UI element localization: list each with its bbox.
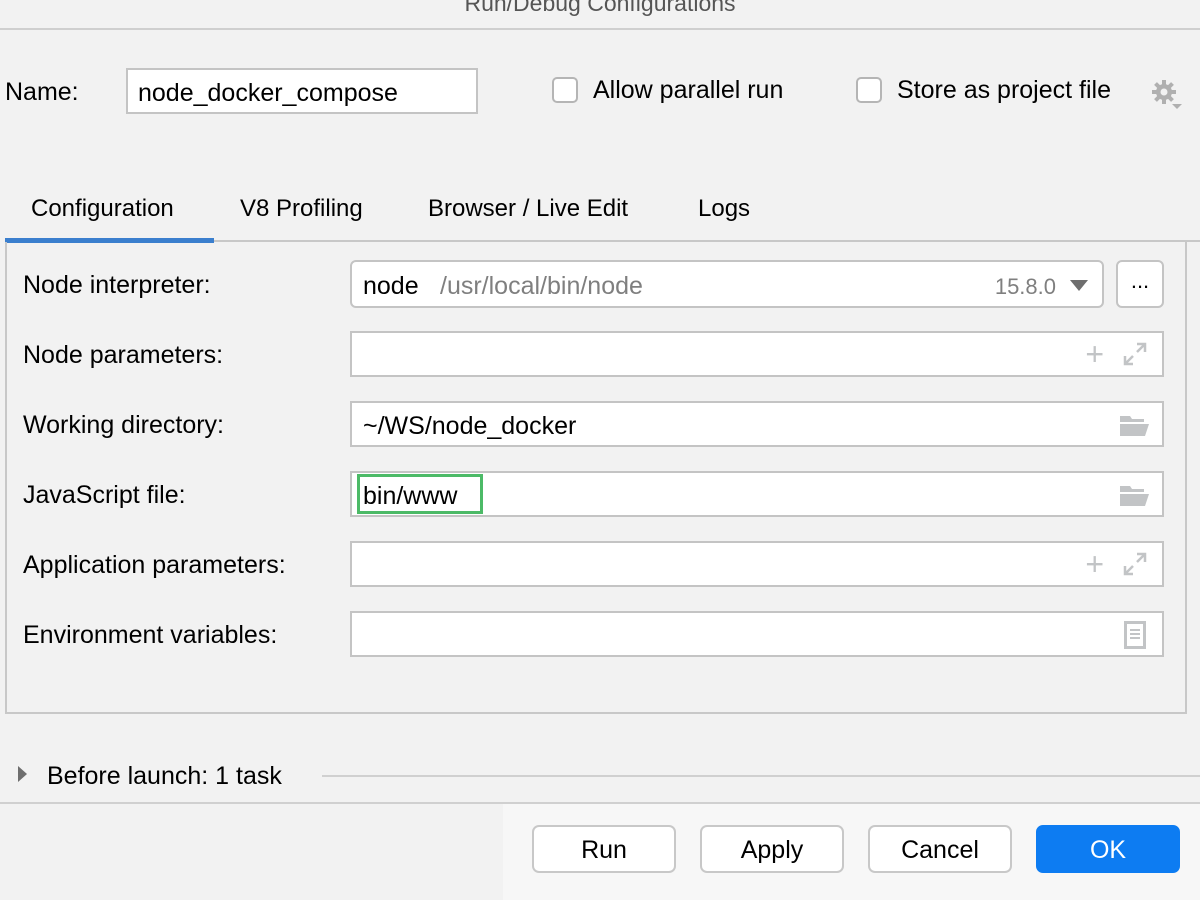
- allow-parallel-run-label[interactable]: Allow parallel run: [593, 76, 783, 105]
- run-button[interactable]: Run: [532, 825, 676, 873]
- working-directory-label: Working directory:: [23, 411, 224, 439]
- name-input[interactable]: node_docker_compose: [126, 68, 478, 114]
- node-interpreter-label: Node interpreter:: [23, 271, 211, 299]
- gear-icon[interactable]: [1150, 78, 1182, 110]
- store-as-project-file-checkbox[interactable]: [856, 77, 882, 103]
- environment-variables-input[interactable]: [350, 611, 1164, 657]
- cancel-button[interactable]: Cancel: [868, 825, 1012, 873]
- store-as-project-file-label[interactable]: Store as project file: [897, 76, 1111, 105]
- dialog-title: Run/Debug Configurations: [464, 0, 736, 16]
- ok-button[interactable]: OK: [1036, 825, 1180, 873]
- expand-triangle-icon: [18, 766, 27, 782]
- node-interpreter-select[interactable]: node /usr/local/bin/node 15.8.0: [350, 260, 1104, 308]
- node-parameters-label: Node parameters:: [23, 341, 224, 369]
- working-directory-input[interactable]: ~/WS/node_docker: [350, 401, 1164, 447]
- expand-icon[interactable]: [1122, 341, 1148, 367]
- tab-v8-profiling[interactable]: V8 Profiling: [240, 195, 363, 223]
- folder-icon[interactable]: [1118, 483, 1150, 507]
- tab-configuration[interactable]: Configuration: [31, 195, 174, 223]
- document-icon[interactable]: [1124, 621, 1146, 649]
- node-parameters-input[interactable]: +: [350, 331, 1164, 377]
- environment-variables-label: Environment variables:: [23, 621, 278, 649]
- interpreter-path: /usr/local/bin/node: [440, 272, 643, 300]
- tab-browser-live-edit[interactable]: Browser / Live Edit: [428, 195, 628, 223]
- before-launch-divider: [322, 775, 1200, 777]
- application-parameters-label: Application parameters:: [23, 551, 286, 579]
- name-label: Name:: [5, 78, 79, 106]
- before-launch-toggle[interactable]: Before launch: 1 task: [18, 762, 282, 791]
- before-launch-label: Before launch: 1 task: [47, 762, 282, 790]
- javascript-file-label: JavaScript file:: [23, 481, 186, 509]
- expand-icon[interactable]: [1122, 551, 1148, 577]
- interpreter-version: 15.8.0: [994, 274, 1056, 299]
- folder-icon[interactable]: [1118, 413, 1150, 437]
- allow-parallel-run-checkbox[interactable]: [552, 77, 578, 103]
- title-divider: [0, 28, 1200, 30]
- browse-interpreter-button[interactable]: ...: [1116, 260, 1164, 308]
- javascript-file-input[interactable]: bin/www: [350, 471, 1164, 517]
- plus-icon[interactable]: +: [1085, 338, 1104, 370]
- interpreter-name: node: [363, 272, 419, 300]
- plus-icon[interactable]: +: [1085, 548, 1104, 580]
- dropdown-arrow-icon[interactable]: [1070, 280, 1088, 291]
- highlight-box: [357, 474, 483, 514]
- tab-logs[interactable]: Logs: [698, 195, 750, 223]
- working-directory-value: ~/WS/node_docker: [363, 412, 577, 440]
- application-parameters-input[interactable]: +: [350, 541, 1164, 587]
- apply-button[interactable]: Apply: [700, 825, 844, 873]
